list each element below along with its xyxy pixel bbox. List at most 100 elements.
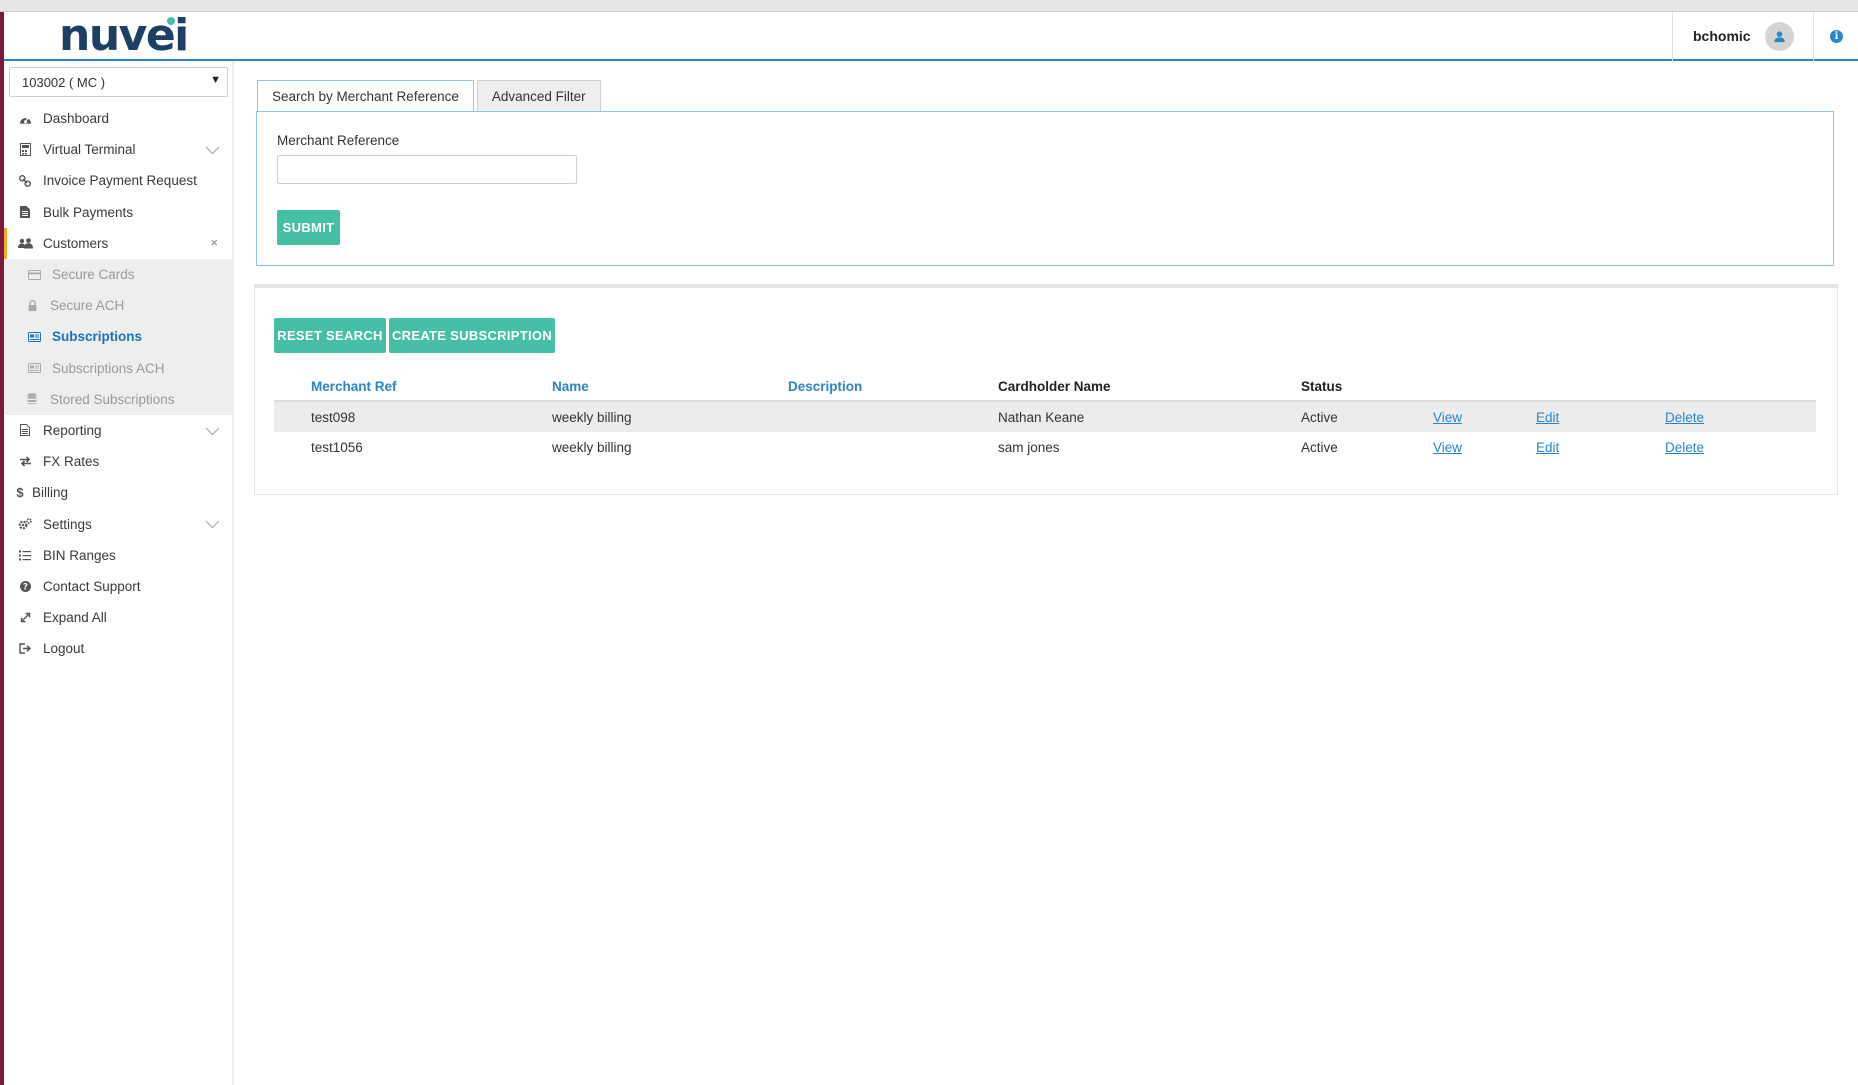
sidebar-item-label: FX Rates <box>43 454 100 470</box>
delete-link[interactable]: Delete <box>1665 410 1704 425</box>
credit-card-icon <box>26 269 42 280</box>
username[interactable]: bchomic <box>1693 28 1751 44</box>
sidebar: 103002 ( MC ) ▼ Dashboard Virtual Termin… <box>4 61 234 1085</box>
submit-button[interactable]: SUBMIT <box>277 210 340 245</box>
header-merchant-ref[interactable]: Merchant Ref <box>311 379 397 394</box>
sidebar-item-reporting[interactable]: Reporting <box>4 415 232 446</box>
table-row: test1056 weekly billing sam jones Active… <box>274 432 1816 462</box>
collapse-close-icon[interactable]: × <box>210 235 218 250</box>
svg-text:?: ? <box>23 583 28 592</box>
sidebar-item-dashboard[interactable]: Dashboard <box>4 103 232 134</box>
sidebar-item-label: Customers <box>43 235 109 251</box>
delete-link[interactable]: Delete <box>1665 440 1704 455</box>
edit-link[interactable]: Edit <box>1536 440 1559 455</box>
sidebar-subitem-subscriptions[interactable]: Subscriptions <box>4 321 232 352</box>
view-link[interactable]: View <box>1433 440 1462 455</box>
top-header: nuvei bchomic i <box>4 12 1858 61</box>
chevron-down-icon[interactable] <box>205 143 220 158</box>
cell-name: weekly billing <box>552 410 632 425</box>
sidebar-item-label: Expand All <box>43 610 107 626</box>
sidebar-item-label: Billing <box>32 485 69 501</box>
chevron-down-icon[interactable] <box>205 517 220 532</box>
sidebar-subitem-stored-subscriptions[interactable]: Stored Subscriptions <box>4 384 232 415</box>
header-description[interactable]: Description <box>788 379 862 394</box>
sidebar-item-fx-rates[interactable]: FX Rates <box>4 446 232 477</box>
list-icon <box>15 550 35 561</box>
sidebar-item-label: Subscriptions <box>52 329 143 345</box>
sidebar-item-label: Virtual Terminal <box>43 142 136 158</box>
tab-search-by-merchant-reference[interactable]: Search by Merchant Reference <box>257 80 474 112</box>
cell-cardholder-name: sam jones <box>998 440 1060 455</box>
customers-submenu: Secure Cards Secure ACH Subscriptions Su… <box>4 258 232 415</box>
subscriptions-ach-icon <box>26 363 42 374</box>
user-avatar-icon[interactable] <box>1765 22 1794 51</box>
browser-bookmarks-strip <box>0 0 1858 12</box>
sidebar-item-label: Reporting <box>43 422 102 438</box>
sidebar-item-label: Secure Cards <box>52 267 135 283</box>
cell-cardholder-name: Nathan Keane <box>998 410 1085 425</box>
dashboard-icon <box>15 113 35 125</box>
edit-link[interactable]: Edit <box>1536 410 1559 425</box>
subscriptions-table: Merchant Ref Name Description Cardholder… <box>274 370 1816 462</box>
reset-search-button[interactable]: RESET SEARCH <box>274 318 386 353</box>
sidebar-item-label: Bulk Payments <box>43 204 134 220</box>
sidebar-item-label: Dashboard <box>43 111 110 127</box>
sidebar-item-label: Secure ACH <box>50 298 125 314</box>
cell-name: weekly billing <box>552 440 632 455</box>
sidebar-item-contact-support[interactable]: ? Contact Support <box>4 571 232 602</box>
users-icon <box>15 238 35 249</box>
cell-merchant-ref: test098 <box>311 410 356 425</box>
sidebar-item-billing[interactable]: $ Billing <box>4 477 232 508</box>
question-icon: ? <box>15 580 35 592</box>
chevron-down-icon: ▼ <box>210 74 221 86</box>
sidebar-item-bulk-payments[interactable]: Bulk Payments <box>4 197 232 228</box>
subscriptions-icon <box>26 331 42 342</box>
dollar-icon: $ <box>16 485 24 501</box>
sidebar-subitem-secure-ach[interactable]: Secure ACH <box>4 290 232 321</box>
header-name[interactable]: Name <box>552 379 589 394</box>
sidebar-item-label: Logout <box>43 641 85 657</box>
header-cardholder-name: Cardholder Name <box>998 379 1111 394</box>
link-icon <box>15 174 35 187</box>
lock-icon <box>24 300 40 312</box>
info-icon[interactable]: i <box>1830 30 1843 43</box>
sidebar-item-customers[interactable]: Customers × <box>4 227 232 259</box>
sidebar-subitem-secure-cards[interactable]: Secure Cards <box>4 259 232 290</box>
sidebar-item-virtual-terminal[interactable]: Virtual Terminal <box>4 134 232 165</box>
merchant-reference-label: Merchant Reference <box>277 133 400 148</box>
sidebar-item-invoice-payment-request[interactable]: Invoice Payment Request <box>4 165 232 196</box>
sidebar-item-label: Invoice Payment Request <box>43 173 197 189</box>
table-header: Merchant Ref Name Description Cardholder… <box>274 370 1816 402</box>
logo-dot <box>167 17 175 25</box>
cell-merchant-ref: test1056 <box>311 440 363 455</box>
report-icon <box>15 424 35 437</box>
chevron-down-icon[interactable] <box>205 424 220 439</box>
sidebar-item-bin-ranges[interactable]: BIN Ranges <box>4 540 232 571</box>
account-select-value: 103002 ( MC ) <box>22 75 106 90</box>
view-link[interactable]: View <box>1433 410 1462 425</box>
results-panel: RESET SEARCH CREATE SUBSCRIPTION Merchan… <box>254 284 1838 495</box>
user-menu[interactable]: bchomic <box>1672 12 1814 61</box>
sidebar-item-expand-all[interactable]: Expand All <box>4 602 232 633</box>
sidebar-item-settings[interactable]: Settings <box>4 508 232 539</box>
sidebar-nav: Dashboard Virtual Terminal Invoice Payme… <box>4 103 232 664</box>
sidebar-item-label: Settings <box>43 516 92 532</box>
sidebar-item-label: Subscriptions ACH <box>52 360 165 376</box>
merchant-reference-input[interactable] <box>277 155 577 184</box>
sidebar-subitem-subscriptions-ach[interactable]: Subscriptions ACH <box>4 353 232 384</box>
sidebar-item-label: Contact Support <box>43 578 141 594</box>
table-row: test098 weekly billing Nathan Keane Acti… <box>274 402 1816 432</box>
exchange-icon <box>15 456 35 467</box>
search-panel: Merchant Reference SUBMIT <box>256 111 1834 266</box>
create-subscription-button[interactable]: CREATE SUBSCRIPTION <box>389 318 555 353</box>
cogs-icon <box>15 518 35 530</box>
calculator-icon <box>15 143 35 157</box>
search-tabs: Search by Merchant Reference Advanced Fi… <box>257 80 604 112</box>
account-select[interactable]: 103002 ( MC ) ▼ <box>9 67 228 97</box>
sidebar-item-label: BIN Ranges <box>43 547 116 563</box>
cell-status: Active <box>1301 410 1338 425</box>
sidebar-item-logout[interactable]: Logout <box>4 633 232 664</box>
tab-advanced-filter[interactable]: Advanced Filter <box>476 80 601 111</box>
logout-icon <box>15 643 35 654</box>
header-status: Status <box>1301 379 1343 394</box>
